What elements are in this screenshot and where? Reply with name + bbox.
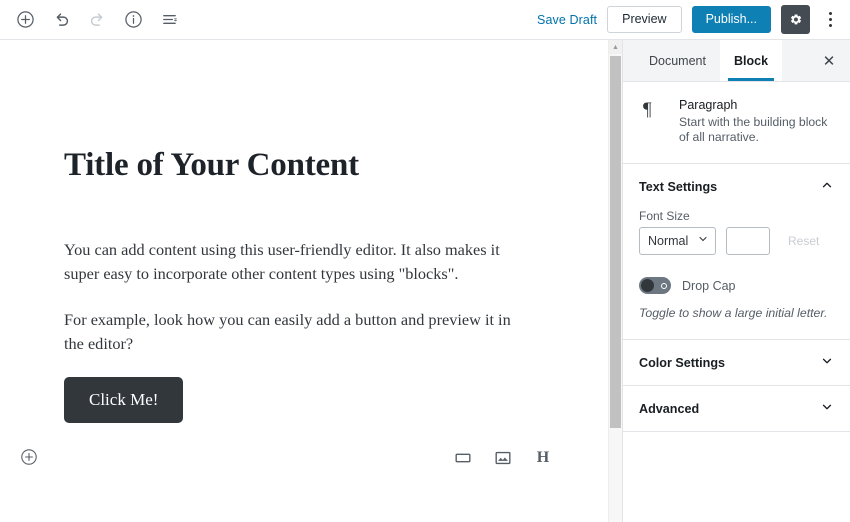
publish-button[interactable]: Publish... bbox=[691, 5, 771, 34]
scrollbar-up-arrow[interactable]: ▲ bbox=[609, 40, 622, 54]
toggle-knob bbox=[641, 279, 654, 292]
preview-button[interactable]: Preview bbox=[607, 5, 682, 34]
chevron-down-icon bbox=[820, 354, 834, 371]
more-vertical-icon[interactable] bbox=[820, 5, 840, 35]
editor-header: Save Draft Preview Publish... bbox=[0, 0, 850, 40]
editor-canvas[interactable]: Title of Your Content You can add conten… bbox=[0, 40, 608, 522]
panel-color-settings: Color Settings bbox=[623, 340, 850, 386]
panel-advanced: Advanced bbox=[623, 386, 850, 432]
undo-icon[interactable] bbox=[44, 3, 78, 37]
tab-block[interactable]: Block bbox=[719, 40, 783, 81]
editor-pane: Title of Your Content You can add conten… bbox=[0, 40, 622, 522]
add-block-icon[interactable] bbox=[8, 3, 42, 37]
paragraph-block-1[interactable]: You can add content using this user-frie… bbox=[64, 238, 524, 285]
redo-icon[interactable] bbox=[80, 3, 114, 37]
block-card-description: Start with the building block of all nar… bbox=[679, 115, 828, 144]
settings-sidebar: Document Block ✕ ¶ Paragraph Start with … bbox=[622, 40, 850, 522]
header-toolbar bbox=[8, 3, 186, 37]
header-actions: Save Draft Preview Publish... bbox=[537, 5, 840, 35]
tab-document[interactable]: Document bbox=[635, 40, 720, 81]
button-block-icon[interactable] bbox=[452, 447, 474, 469]
chevron-up-icon bbox=[820, 178, 834, 195]
scrollbar-thumb[interactable] bbox=[610, 56, 621, 428]
settings-gear-button[interactable] bbox=[781, 5, 810, 34]
panel-text-settings-title: Text Settings bbox=[639, 179, 718, 194]
paragraph-block-2[interactable]: For example, look how you can easily add… bbox=[64, 308, 524, 355]
font-size-label: Font Size bbox=[639, 209, 690, 223]
chevron-down-icon bbox=[820, 400, 834, 417]
drop-cap-row: Drop Cap bbox=[639, 277, 834, 294]
panel-color-settings-header[interactable]: Color Settings bbox=[623, 340, 850, 385]
block-info-card: ¶ Paragraph Start with the building bloc… bbox=[623, 82, 850, 164]
close-icon[interactable]: ✕ bbox=[808, 40, 850, 81]
panel-advanced-title: Advanced bbox=[639, 401, 700, 416]
add-block-circle-icon[interactable] bbox=[20, 448, 38, 471]
info-icon[interactable] bbox=[116, 3, 150, 37]
click-me-button[interactable]: Click Me! bbox=[64, 377, 184, 423]
toggle-off-ring bbox=[661, 282, 667, 289]
heading-block-icon[interactable]: H bbox=[532, 447, 554, 469]
reset-button[interactable]: Reset bbox=[780, 229, 827, 253]
font-size-select[interactable]: Normal bbox=[639, 227, 716, 255]
editor-body: Title of Your Content You can add conten… bbox=[0, 40, 850, 522]
save-draft-button[interactable]: Save Draft bbox=[537, 13, 597, 27]
panel-text-settings: Text Settings Font Size Normal Reset Dro… bbox=[623, 164, 850, 340]
editor-scrollbar[interactable]: ▲ bbox=[608, 40, 622, 522]
paragraph-pilcrow-icon: ¶ bbox=[643, 99, 652, 120]
font-size-row: Normal Reset bbox=[639, 227, 834, 255]
quick-insert-bar: H bbox=[452, 447, 554, 469]
image-block-icon[interactable] bbox=[492, 447, 514, 469]
panel-color-settings-title: Color Settings bbox=[639, 355, 726, 370]
block-card-title: Paragraph bbox=[679, 98, 738, 112]
panel-text-settings-header[interactable]: Text Settings bbox=[623, 164, 850, 209]
editor-app: Save Draft Preview Publish... Title of Y… bbox=[0, 0, 850, 522]
drop-cap-toggle[interactable] bbox=[639, 277, 671, 294]
block-navigation-icon[interactable] bbox=[152, 3, 186, 37]
drop-cap-help-text: Toggle to show a large initial letter. bbox=[639, 306, 828, 320]
sidebar-tabbar: Document Block ✕ bbox=[623, 40, 850, 82]
custom-font-size-input[interactable] bbox=[726, 227, 770, 255]
panel-advanced-header[interactable]: Advanced bbox=[623, 386, 850, 431]
post-title[interactable]: Title of Your Content bbox=[64, 147, 359, 184]
panel-text-settings-body: Font Size Normal Reset Drop Cap Toggle t… bbox=[623, 209, 850, 339]
font-size-select-wrap: Normal bbox=[639, 227, 716, 255]
drop-cap-label: Drop Cap bbox=[682, 278, 736, 293]
